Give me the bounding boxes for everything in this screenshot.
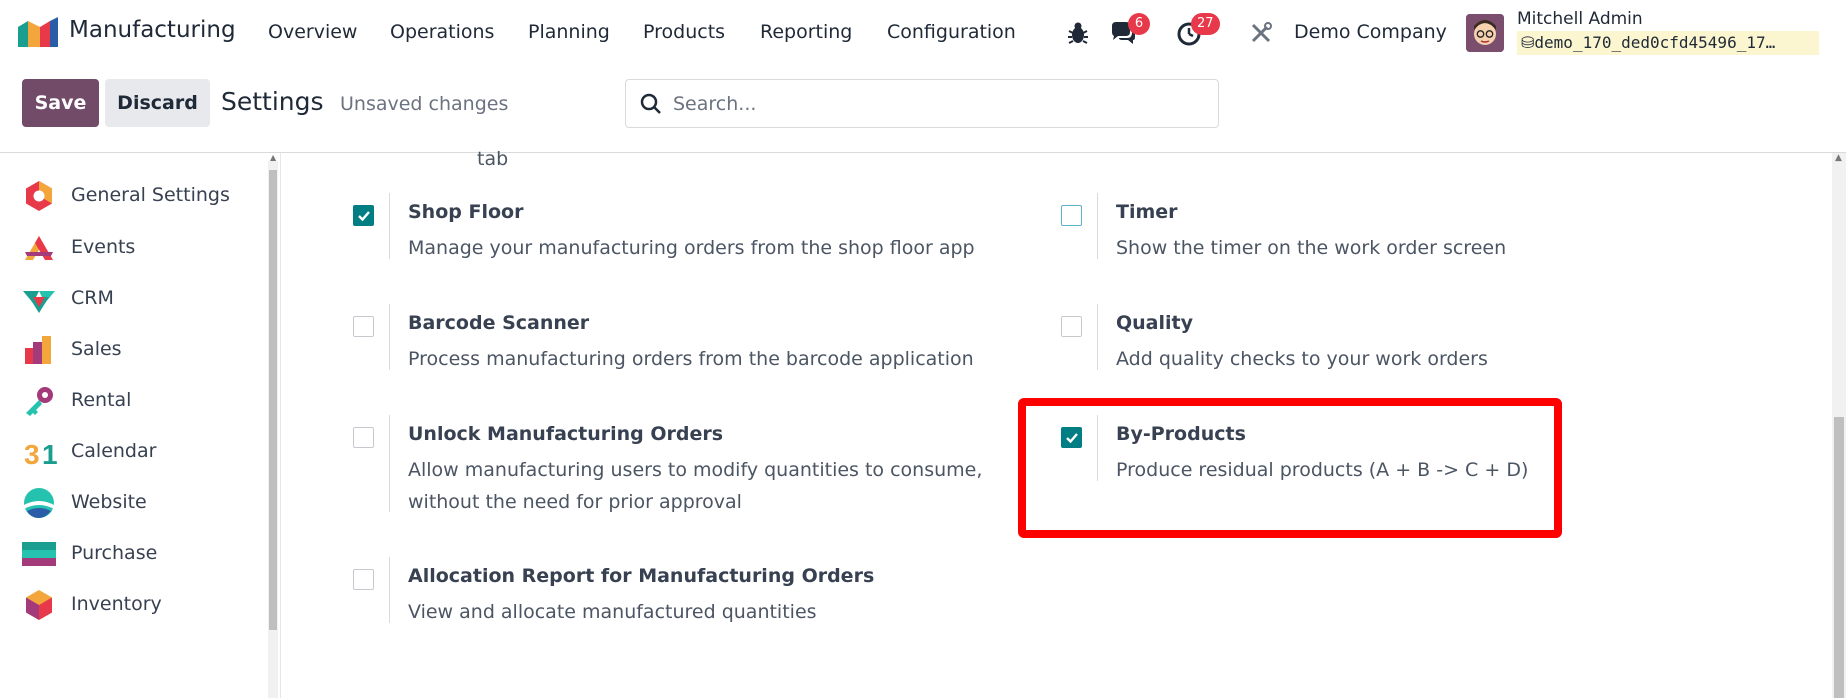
main-scrollbar-thumb[interactable] — [1834, 417, 1844, 698]
timer-checkbox[interactable] — [1061, 205, 1082, 226]
setting-description-line: without the need for prior approval — [408, 491, 742, 513]
setting-description: Manage your manufacturing orders from th… — [408, 237, 975, 259]
page-title: Settings — [221, 87, 324, 116]
partial-text: tab — [477, 148, 509, 170]
setting-description: Process manufacturing orders from the ba… — [408, 348, 974, 370]
save-button[interactable]: Save — [22, 79, 99, 127]
shop-floor-checkbox[interactable] — [353, 205, 374, 226]
sidebar-item-events[interactable]: Events — [0, 222, 265, 274]
sidebar-label: General Settings — [71, 184, 230, 206]
calendar-icon: 3 1 — [24, 439, 57, 468]
sidebar-item-crm[interactable]: CRM — [0, 273, 265, 325]
sidebar-item-inventory[interactable]: Inventory — [0, 579, 265, 631]
search-icon — [640, 93, 661, 114]
crm-icon — [23, 291, 55, 313]
inventory-icon — [26, 590, 52, 620]
setting-title: Barcode Scanner — [408, 312, 590, 334]
checkmark-icon — [358, 211, 370, 222]
highlight-box — [1018, 398, 1562, 538]
search-box[interactable] — [625, 79, 1219, 128]
menu-overview[interactable]: Overview — [268, 21, 357, 43]
sidebar-item-general-settings[interactable]: General Settings — [0, 170, 265, 222]
setting-divider — [389, 415, 390, 512]
control-panel: Save Discard Settings Unsaved changes — [0, 66, 1846, 153]
setting-title: Quality — [1116, 312, 1193, 334]
setting-divider — [389, 304, 390, 370]
events-icon — [25, 236, 53, 260]
top-navbar: Manufacturing Overview Operations Planni… — [0, 0, 1846, 66]
activities-badge: 27 — [1191, 13, 1220, 35]
bug-icon[interactable] — [1063, 18, 1093, 48]
website-icon — [24, 488, 54, 518]
general-settings-icon — [26, 181, 52, 211]
setting-description: View and allocate manufactured quantitie… — [408, 601, 817, 623]
tools-icon[interactable] — [1246, 18, 1276, 48]
setting-description: Add quality checks to your work orders — [1116, 348, 1488, 370]
setting-divider — [389, 557, 390, 623]
rental-icon — [26, 387, 53, 416]
setting-divider — [1097, 193, 1098, 259]
search-input[interactable] — [673, 90, 1193, 118]
discard-button[interactable]: Discard — [105, 79, 210, 127]
sidebar-item-calendar[interactable]: 3 1 Calendar — [0, 426, 265, 478]
svg-text:3: 3 — [24, 439, 40, 468]
setting-divider — [1097, 304, 1098, 370]
manufacturing-app-icon[interactable] — [18, 17, 58, 47]
sidebar-item-sales[interactable]: Sales — [0, 324, 265, 376]
setting-description: Show the timer on the work order screen — [1116, 237, 1507, 259]
user-name[interactable]: Mitchell Admin — [1517, 9, 1643, 29]
menu-configuration[interactable]: Configuration — [887, 21, 1016, 43]
sidebar-label: Calendar — [71, 440, 157, 462]
quality-checkbox[interactable] — [1061, 316, 1082, 337]
sidebar-label: CRM — [71, 287, 114, 309]
sidebar-item-purchase[interactable]: Purchase — [0, 528, 265, 580]
svg-text:1: 1 — [42, 439, 57, 468]
settings-sidebar: General Settings Events CRM Sales Rental… — [0, 153, 281, 698]
sidebar-label: Purchase — [71, 542, 158, 564]
main-scroll-up-icon[interactable]: ▲ — [1835, 153, 1842, 163]
menu-reporting[interactable]: Reporting — [760, 21, 852, 43]
unsaved-changes-indicator: Unsaved changes — [340, 93, 509, 115]
user-avatar[interactable] — [1466, 14, 1504, 52]
setting-title: Timer — [1116, 201, 1178, 223]
sidebar-scrollbar[interactable] — [268, 161, 278, 698]
sidebar-label: Website — [71, 491, 147, 513]
database-name: ⛁demo_170_ded0cfd45496_17… — [1517, 31, 1819, 55]
purchase-icon — [22, 542, 56, 566]
setting-title: Allocation Report for Manufacturing Orde… — [408, 565, 875, 587]
sidebar-label: Inventory — [71, 593, 162, 615]
menu-operations[interactable]: Operations — [390, 21, 494, 43]
allocation-report-checkbox[interactable] — [353, 569, 374, 590]
sidebar-item-rental[interactable]: Rental — [0, 375, 265, 427]
menu-planning[interactable]: Planning — [528, 21, 610, 43]
sidebar-label: Sales — [71, 338, 122, 360]
app-name[interactable]: Manufacturing — [69, 17, 236, 43]
setting-title: Unlock Manufacturing Orders — [408, 423, 724, 445]
setting-description: Allow manufacturing users to modify quan… — [408, 454, 982, 518]
sidebar-label: Events — [71, 236, 136, 258]
sidebar-item-website[interactable]: Website — [0, 477, 265, 529]
barcode-scanner-checkbox[interactable] — [353, 316, 374, 337]
menu-products[interactable]: Products — [643, 21, 725, 43]
sidebar-label: Rental — [71, 389, 132, 411]
main-scrollbar[interactable]: ▲ — [1832, 153, 1846, 698]
sales-icon — [25, 336, 51, 364]
setting-divider — [389, 193, 390, 259]
messages-badge: 6 — [1128, 13, 1150, 35]
setting-description-line: Allow manufacturing users to modify quan… — [408, 459, 983, 481]
setting-title: Shop Floor — [408, 201, 524, 223]
database-icon: ⛁ — [1521, 33, 1535, 52]
sidebar-scrollbar-thumb[interactable] — [269, 170, 277, 630]
unlock-manufacturing-orders-checkbox[interactable] — [353, 427, 374, 448]
company-switcher[interactable]: Demo Company — [1294, 21, 1447, 43]
sidebar-scroll-up-icon[interactable]: ▲ — [270, 153, 276, 162]
